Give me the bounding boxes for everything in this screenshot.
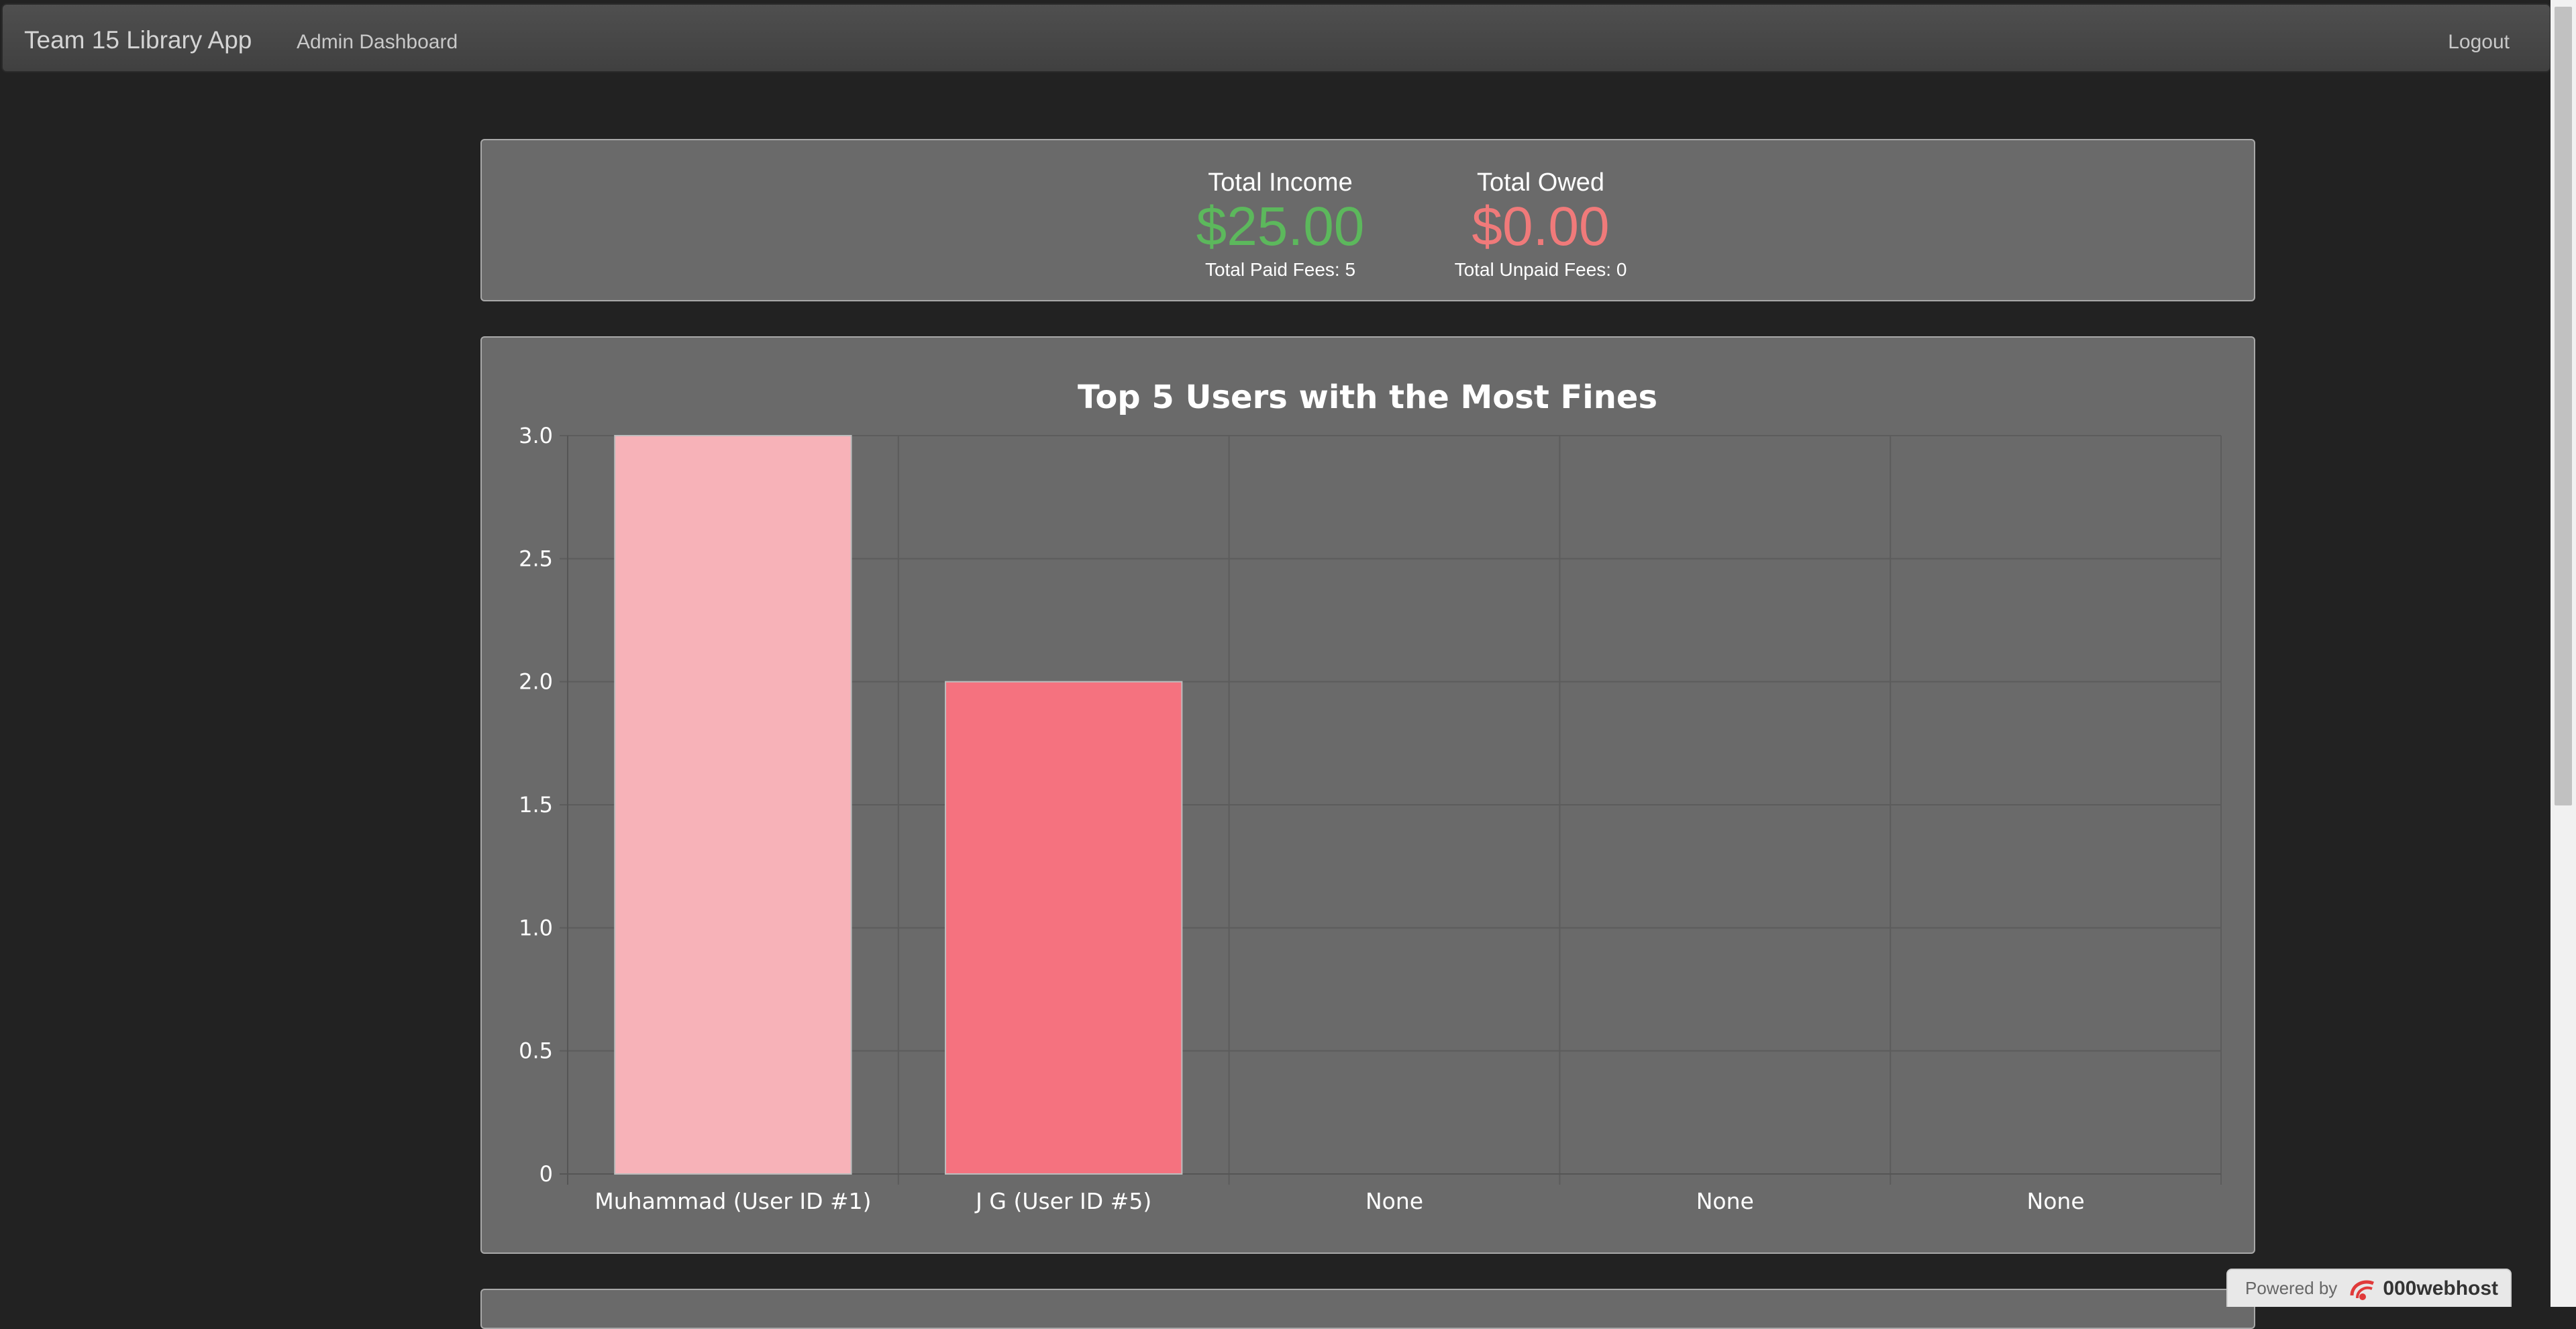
- scrollbar-thumb[interactable]: [2555, 7, 2572, 805]
- y-tick-label: 2.0: [519, 669, 553, 695]
- total-unpaid-fees: Total Unpaid Fees: 0: [1454, 259, 1627, 280]
- x-category-label: None: [2027, 1188, 2085, 1214]
- y-tick-label: 3.0: [519, 423, 553, 448]
- y-tick-label: 0.5: [519, 1038, 553, 1064]
- total-owed-label: Total Owed: [1476, 168, 1605, 197]
- powered-by-text: Powered by: [2245, 1278, 2338, 1298]
- webhost-logo-icon: [2350, 1280, 2375, 1300]
- fees-summary-panel: Total Income $25.00 Total Paid Fees: 5 T…: [480, 139, 2255, 301]
- y-tick-label: 0: [539, 1161, 553, 1187]
- logout-link[interactable]: Logout: [2448, 31, 2510, 54]
- x-category-label: None: [1366, 1188, 1423, 1214]
- total-income-label: Total Income: [1208, 168, 1353, 197]
- scrollbar[interactable]: [2551, 0, 2576, 1307]
- next-panel: [480, 1289, 2255, 1329]
- chart-title: Top 5 Users with the Most Fines: [1078, 379, 1657, 416]
- bar[interactable]: [945, 681, 1183, 1175]
- bar[interactable]: [614, 435, 852, 1175]
- y-tick-label: 1.0: [519, 915, 553, 940]
- fines-chart-panel: Top 5 Users with the Most Fines 3.0 2.5 2.…: [480, 336, 2255, 1254]
- total-income-value: $25.00: [1196, 196, 1365, 257]
- x-category-label: Muhammad (User ID #1): [595, 1188, 871, 1214]
- x-category-label: None: [1696, 1188, 1754, 1214]
- y-tick-label: 1.5: [519, 792, 553, 818]
- x-category-label: J G (User ID #5): [974, 1188, 1151, 1214]
- total-income-stat: Total Income $25.00 Total Paid Fees: 5: [1153, 167, 1408, 281]
- webhost-name: 000webhost: [2383, 1277, 2499, 1299]
- powered-by-badge[interactable]: Powered by 000webhost: [2226, 1269, 2512, 1307]
- y-tick-label: 2.5: [519, 546, 553, 571]
- total-paid-fees: Total Paid Fees: 5: [1204, 259, 1356, 280]
- admin-dashboard-link[interactable]: Admin Dashboard: [297, 31, 458, 54]
- fines-bar-chart: Top 5 Users with the Most Fines 3.0 2.5 2.…: [519, 379, 2222, 1214]
- total-owed-stat: Total Owed $0.00 Total Unpaid Fees: 0: [1413, 167, 1668, 281]
- total-owed-value: $0.00: [1472, 196, 1610, 257]
- brand-link[interactable]: Team 15 Library App: [24, 26, 252, 54]
- navbar: Team 15 Library App Admin Dashboard Logo…: [1, 3, 2551, 72]
